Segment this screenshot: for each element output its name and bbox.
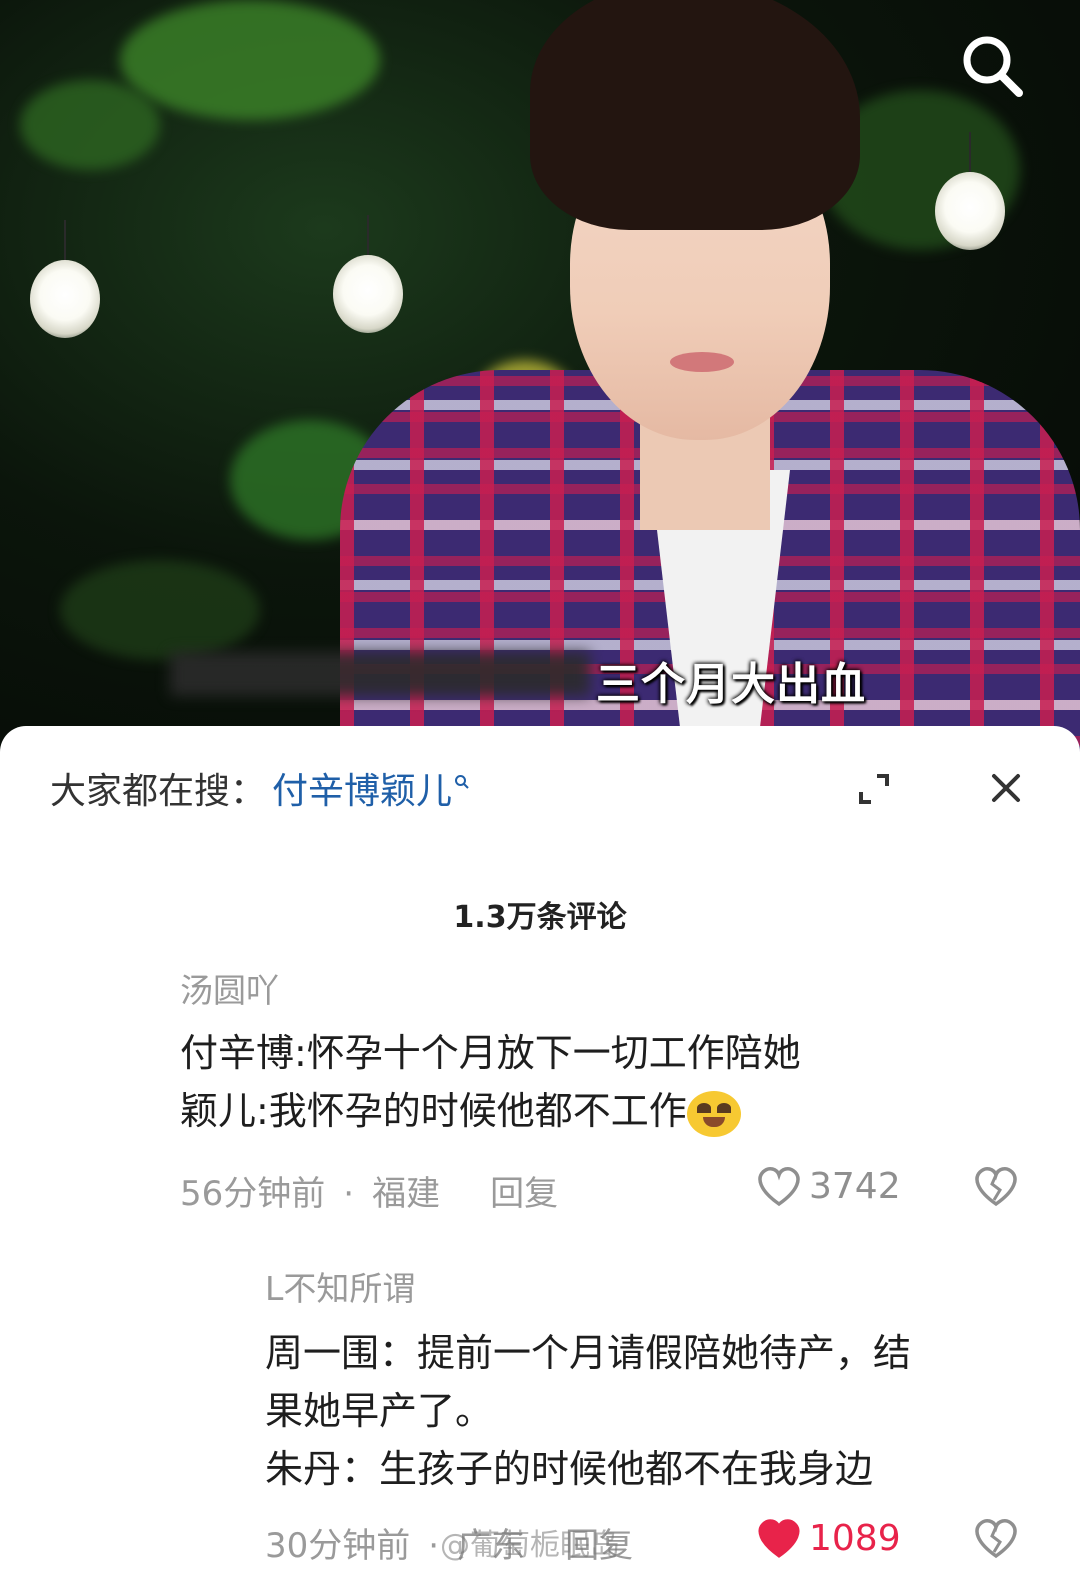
background-foliage xyxy=(20,80,160,170)
comment-line: 朱丹：生孩子的时候他都不在我身边 xyxy=(265,1447,874,1491)
comment-meta: 56分钟前 · 福建 回复 xyxy=(180,1166,558,1215)
comment-line-with-emoji: 颖儿:我怀孕的时候他都不工作 xyxy=(180,1082,801,1140)
comment-username[interactable]: 汤圆吖 xyxy=(180,964,279,1012)
comment-time: 56分钟前 xyxy=(180,1174,326,1214)
crying-laugh-emoji xyxy=(686,1090,741,1137)
comment-line: 果她早产了。 xyxy=(265,1389,494,1433)
broken-heart-icon xyxy=(975,1166,1017,1207)
reply-button[interactable]: 回复 xyxy=(490,1174,558,1214)
search-button[interactable] xyxy=(955,30,1027,102)
meta-separator: · xyxy=(428,1526,440,1566)
close-button[interactable] xyxy=(988,770,1024,806)
close-icon xyxy=(992,774,1020,802)
heart-icon xyxy=(758,1166,800,1207)
meta-separator: · xyxy=(343,1174,355,1214)
comment-line: 周一围：提前一个月请假陪她待产，结 xyxy=(265,1331,912,1375)
heart-icon xyxy=(758,1519,800,1558)
hair xyxy=(530,0,860,230)
background-foliage xyxy=(60,560,260,660)
broken-heart-icon xyxy=(975,1518,1017,1559)
lips xyxy=(670,352,734,372)
search-icon xyxy=(455,775,469,789)
video-player[interactable]: 三个月大出血 xyxy=(0,0,1080,760)
comment-line: 颖儿:我怀孕的时候他都不工作 xyxy=(180,1089,687,1133)
trending-term[interactable]: 付辛博颖儿 xyxy=(272,771,452,812)
trending-prefix: 大家都在搜： xyxy=(50,771,267,812)
comment-time: 30分钟前 xyxy=(265,1526,411,1566)
like-count: 3742 xyxy=(809,1165,901,1207)
comment-location: 福建 xyxy=(372,1174,441,1214)
expand-button[interactable] xyxy=(855,770,893,808)
trending-search-bar: 大家都在搜： 付辛博颖儿 xyxy=(50,762,470,814)
like-count: 1089 xyxy=(809,1517,901,1559)
expand-icon xyxy=(859,774,889,804)
comment-body: 周一围：提前一个月请假陪她待产，结 果她早产了。 朱丹：生孩子的时候他都不在我身… xyxy=(265,1324,911,1498)
watermark: @葡萄栀眠岛 xyxy=(440,1528,620,1563)
video-caption: 三个月大出血 xyxy=(596,659,866,710)
blurred-caption xyxy=(170,652,590,696)
comment-line: 付辛博:怀孕十个月放下一切工作陪她 xyxy=(180,1031,801,1075)
trending-term-link[interactable]: 付辛博颖儿 xyxy=(272,771,470,812)
dislike-button[interactable] xyxy=(972,1164,1020,1212)
dislike-button[interactable] xyxy=(972,1516,1020,1564)
like-button[interactable]: 1089 xyxy=(755,1516,901,1560)
video-subject xyxy=(340,0,1080,760)
light-bulb xyxy=(30,260,100,338)
like-button[interactable]: 3742 xyxy=(755,1164,901,1208)
comment-username[interactable]: L不知所谓 xyxy=(265,1262,415,1310)
search-icon xyxy=(963,36,1023,97)
comment-body: 付辛博:怀孕十个月放下一切工作陪她 颖儿:我怀孕的时候他都不工作 xyxy=(180,1024,801,1140)
comment-count: 1.3万条评论 xyxy=(453,900,627,935)
